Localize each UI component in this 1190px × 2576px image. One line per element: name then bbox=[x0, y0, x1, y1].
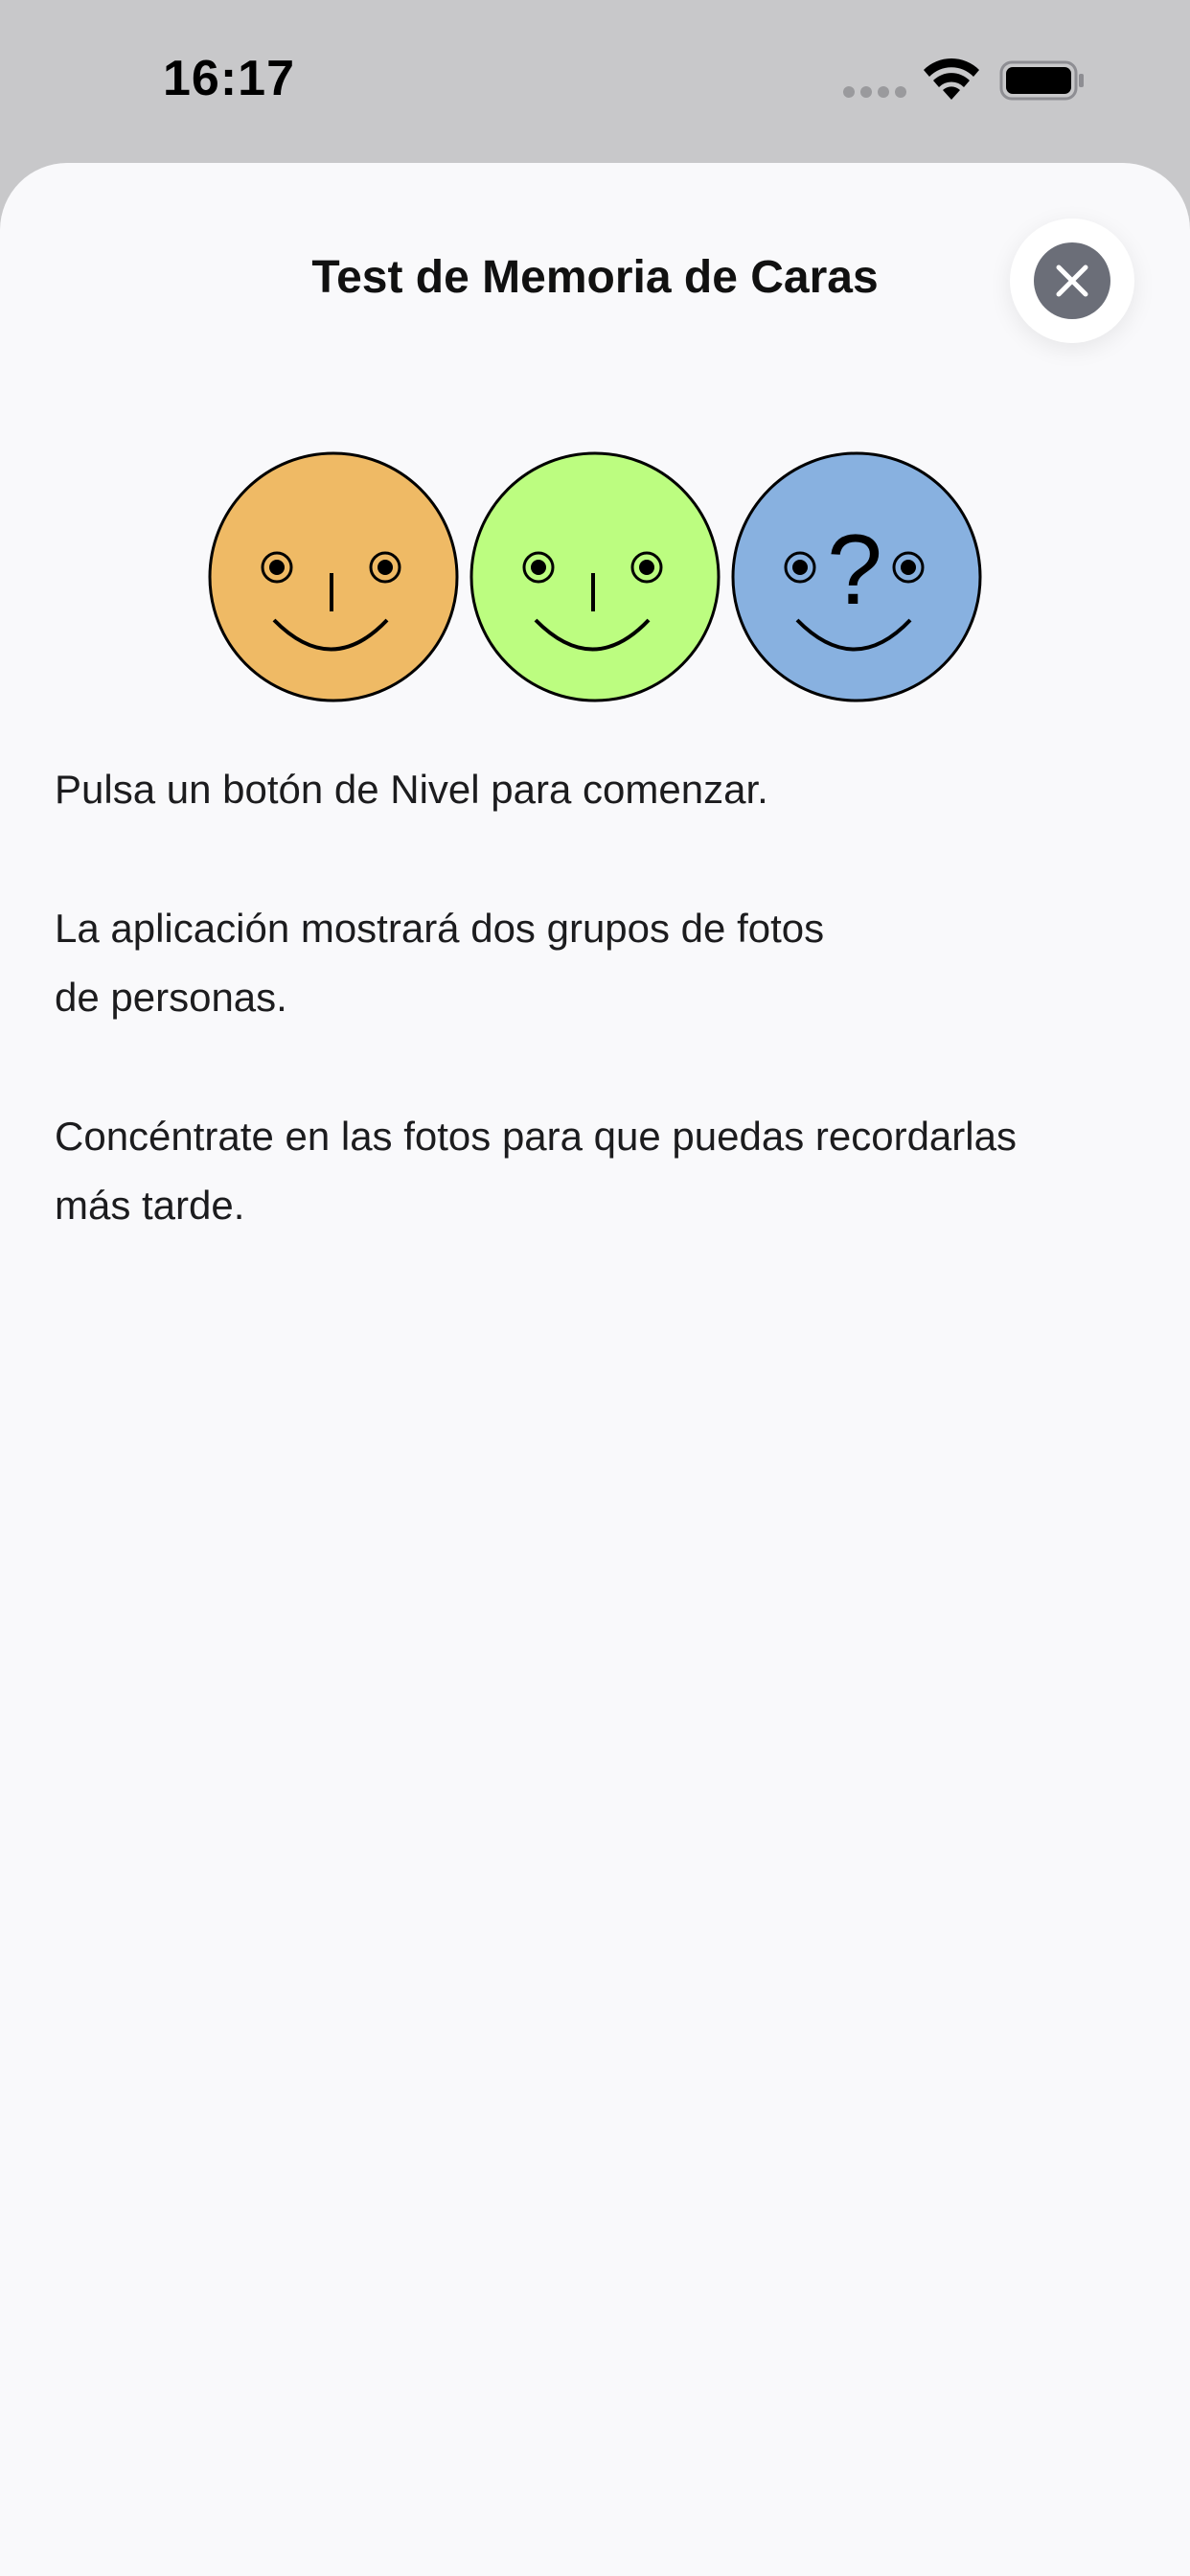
status-bar: 16:17 bbox=[0, 0, 1190, 163]
green-smiley-face bbox=[469, 451, 721, 702]
orange-smiley-face bbox=[208, 451, 459, 702]
question-mark: ? bbox=[827, 515, 882, 626]
blue-question-face: ? bbox=[731, 451, 982, 702]
status-time: 16:17 bbox=[163, 51, 295, 106]
instruction-paragraph-2: La aplicación mostrará dos grupos de fot… bbox=[55, 906, 825, 1020]
close-icon bbox=[1056, 264, 1088, 297]
cellular-signal-icon bbox=[843, 86, 906, 98]
instructions-text: Pulsa un botón de Nivel para comenzar. L… bbox=[55, 755, 1137, 1310]
faces-illustration: ? bbox=[207, 450, 983, 709]
close-button-container bbox=[1010, 218, 1134, 343]
close-button[interactable] bbox=[1034, 242, 1110, 319]
battery-icon bbox=[999, 60, 1084, 101]
instruction-paragraph-3: Concéntrate en las fotos para que puedas… bbox=[55, 1114, 1017, 1228]
modal-sheet: Test de Memoria de Caras ? Pulsa un botó… bbox=[0, 163, 1190, 2576]
wifi-icon bbox=[924, 58, 979, 100]
instruction-paragraph-1: Pulsa un botón de Nivel para comenzar. bbox=[55, 767, 768, 812]
